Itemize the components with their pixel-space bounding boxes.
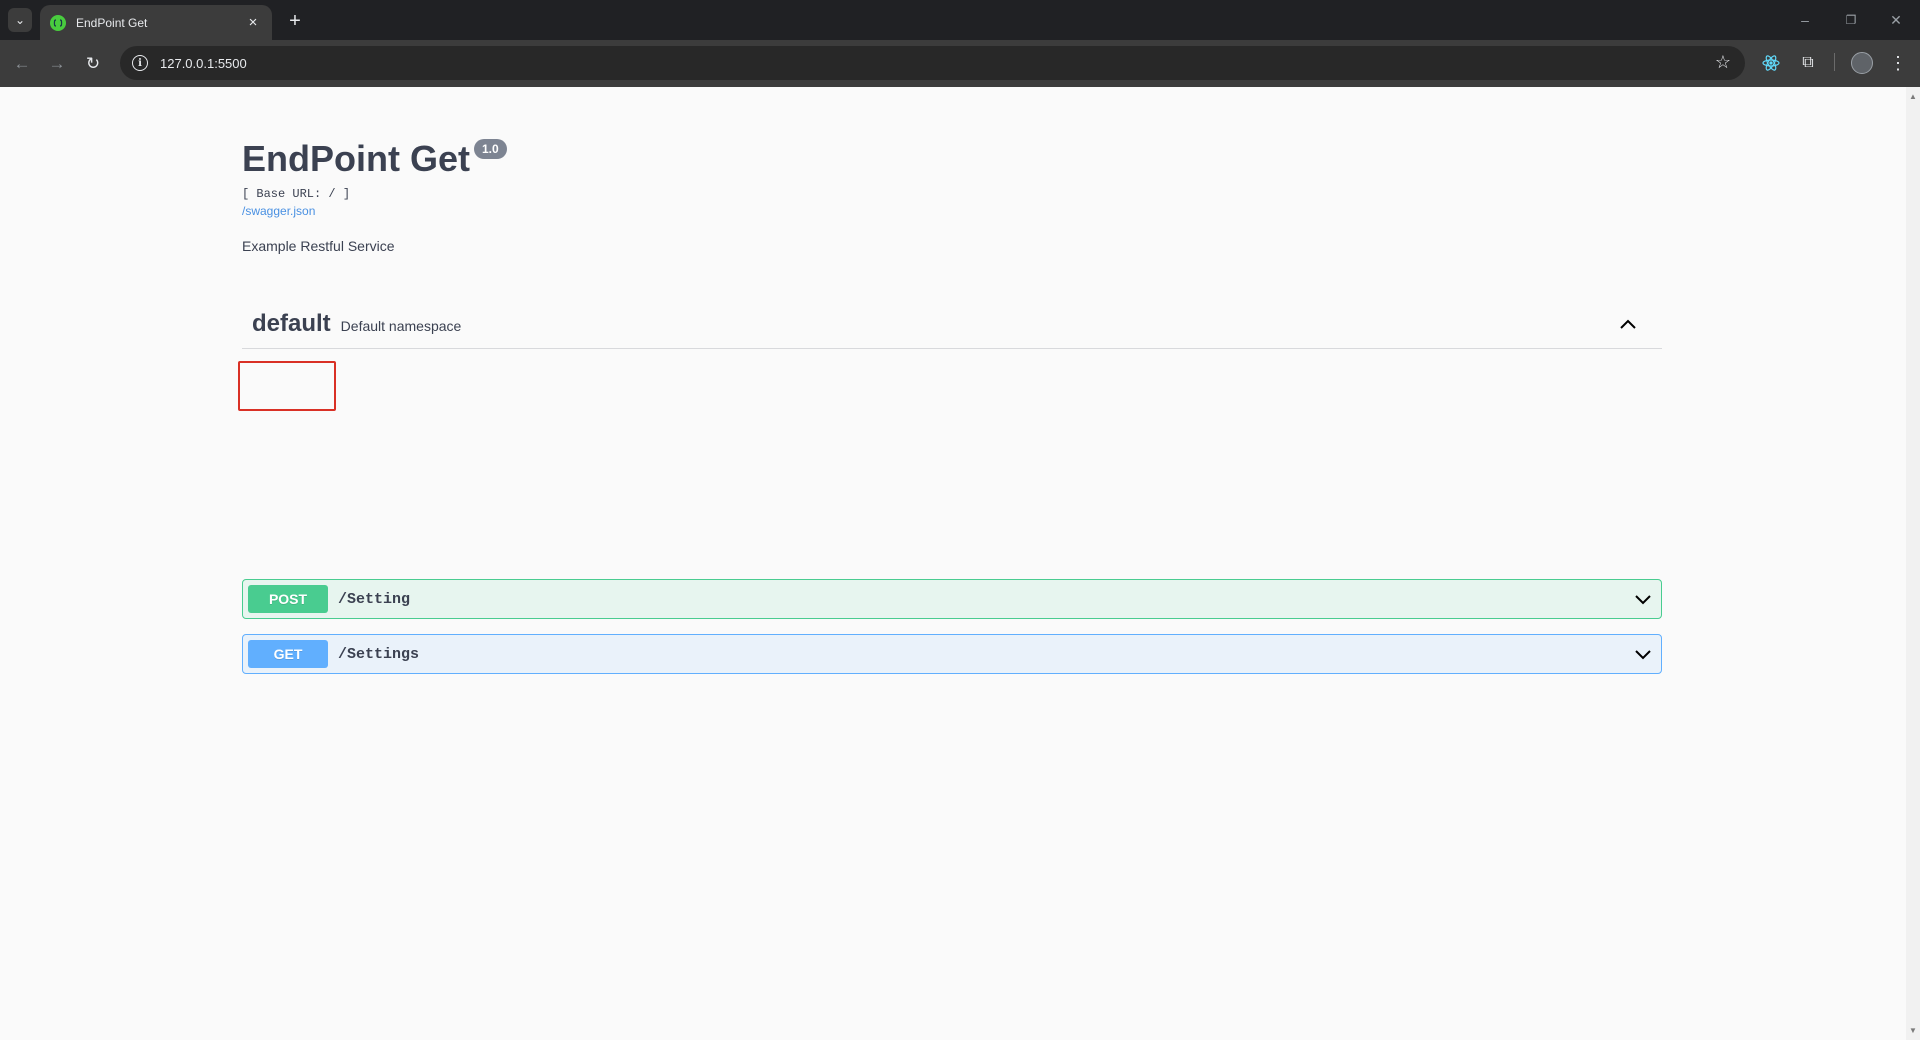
api-description: Example Restful Service [242,238,395,254]
swagger-page: EndPoint Get 1.0 [ Base URL: / ] /swagge… [0,87,1906,1040]
new-tab-button[interactable]: + [283,9,307,33]
swagger-favicon-icon [50,14,66,31]
extensions-icon[interactable]: ⧉ [1797,52,1819,74]
bookmark-star-icon[interactable]: ☆ [1715,52,1731,73]
profile-avatar[interactable] [1851,52,1873,74]
api-info: EndPoint Get 1.0 [ Base URL: / ] /swagge… [242,137,1662,254]
tag-header[interactable]: default Default namespace [242,299,1662,349]
address-bar[interactable]: i 127.0.0.1:5500 ☆ [120,46,1745,80]
tab-list-button[interactable]: ⌄ [8,8,32,32]
browser-tab[interactable]: EndPoint Get × [40,5,272,40]
base-url: [ Base URL: / ] [242,187,351,201]
chevron-down-icon: ⌄ [14,13,26,27]
forward-button[interactable]: → [44,51,70,77]
reload-button[interactable]: ↻ [80,51,106,77]
chevron-down-icon[interactable] [1633,645,1653,665]
api-title: EndPoint Get [242,138,470,179]
method-badge-get[interactable]: GET [248,640,328,668]
tag-name: default [252,309,331,337]
operation-path[interactable]: /Settings [338,646,419,663]
browser-menu-icon[interactable]: ⋮ [1887,52,1909,74]
page-scrollbar[interactable] [1906,87,1920,1040]
scroll-down-arrow-icon[interactable]: ▼ [1909,1026,1917,1035]
site-info-icon[interactable]: i [132,55,148,71]
back-button[interactable]: ← [9,51,35,77]
react-devtools-icon[interactable] [1760,52,1782,74]
url-text[interactable]: 127.0.0.1:5500 [160,56,247,71]
restore-button[interactable]: ❐ [1839,8,1863,32]
chevron-down-icon[interactable] [1633,590,1653,610]
operation-path[interactable]: /Setting [338,591,410,608]
tab-close-icon[interactable]: × [244,14,262,31]
operation-post-setting[interactable]: POST /Setting [242,579,1662,619]
method-badge-post[interactable]: POST [248,585,328,613]
browser-toolbar: ← → ↻ i 127.0.0.1:5500 ☆ ⧉ ⋮ [0,40,1920,87]
toolbar-separator [1834,53,1835,71]
swagger-json-link[interactable]: /swagger.json [242,204,1662,218]
tag-section-default: default Default namespace POST /Setting … [242,299,1662,674]
operation-get-settings[interactable]: GET /Settings [242,634,1662,674]
tag-description: Default namespace [340,317,462,334]
tab-title: EndPoint Get [76,15,148,30]
scroll-up-arrow-icon[interactable]: ▲ [1909,92,1917,101]
close-window-button[interactable]: ✕ [1884,8,1908,32]
minimize-button[interactable]: – [1793,8,1817,32]
chevron-up-icon[interactable] [1618,314,1638,334]
version-badge: 1.0 [474,139,507,159]
browser-tab-bar: ⌄ EndPoint Get × + – ❐ ✕ [0,0,1920,40]
